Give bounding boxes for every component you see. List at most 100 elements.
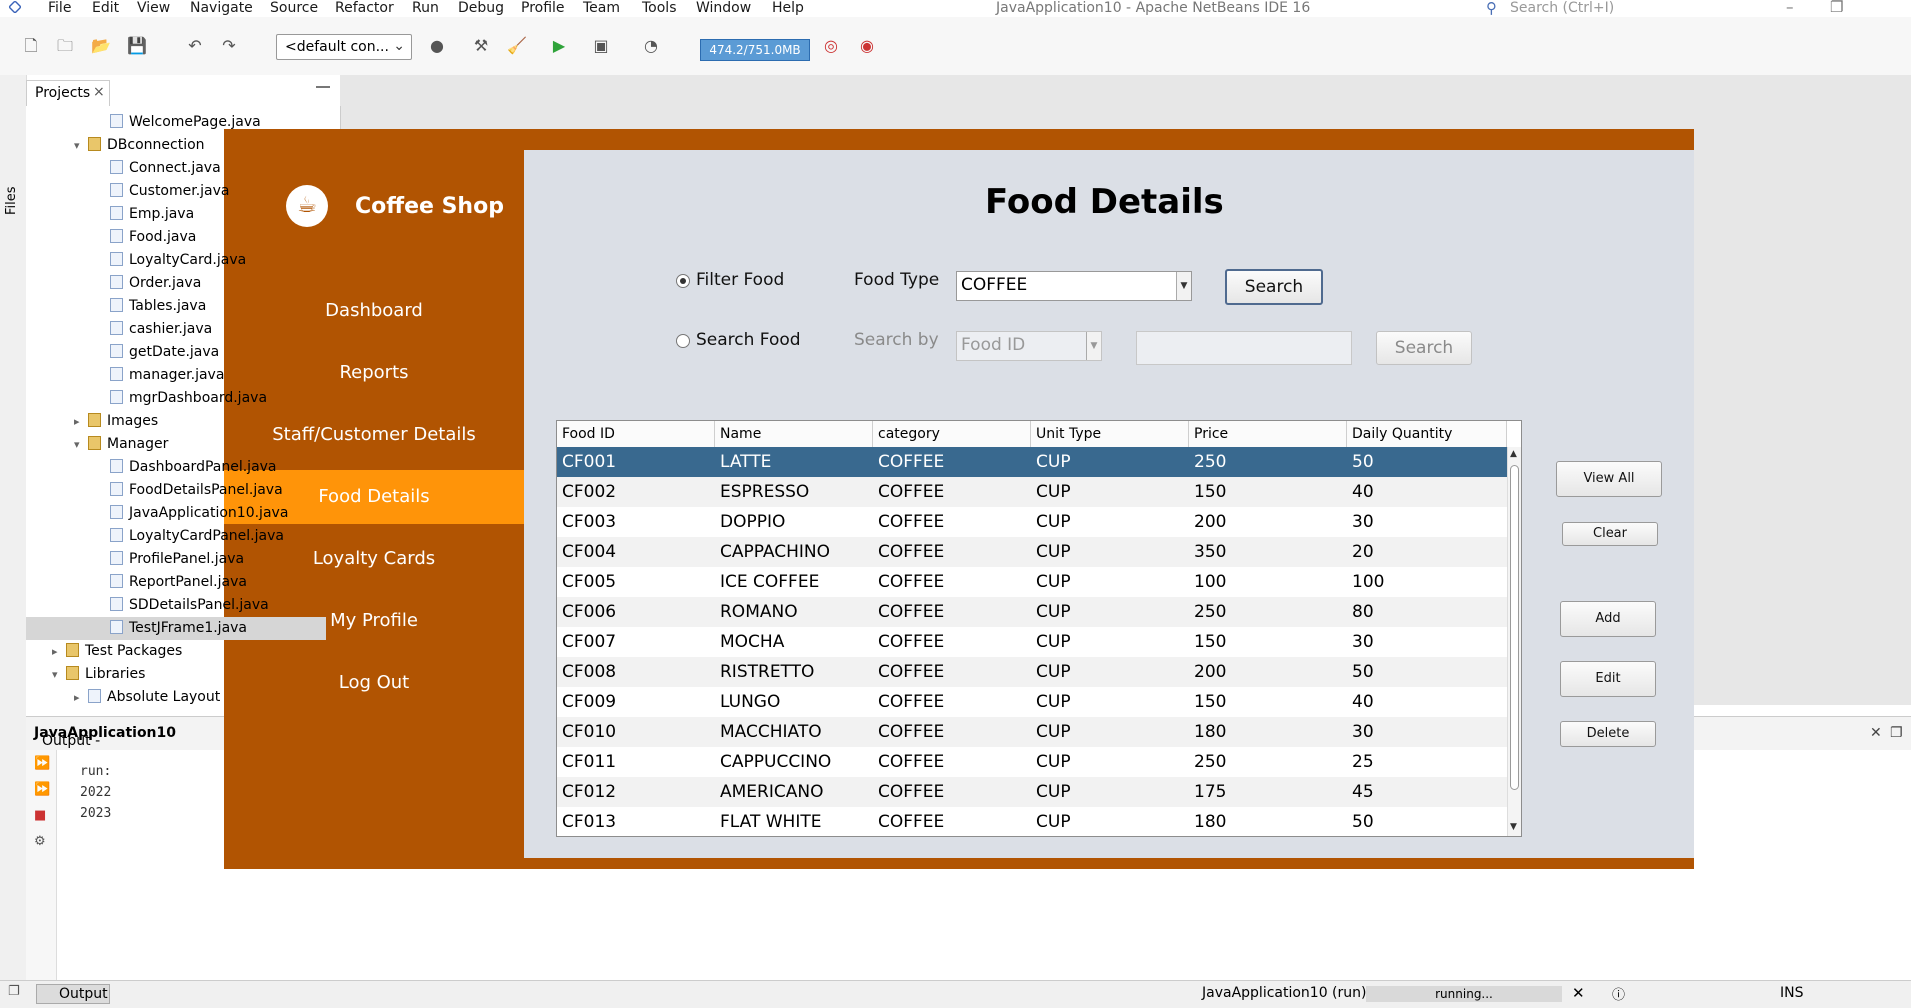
table-row[interactable]: CF002 ESPRESSO COFFEE CUP 150 40 [557,477,1507,507]
tree-item[interactable]: DashboardPanel.java [26,456,326,479]
profile-icon[interactable]: ◔ [640,36,662,56]
maximize-icon[interactable]: ❐ [1890,725,1903,741]
expanded-arrow-icon[interactable]: ▾ [74,433,88,456]
tree-item[interactable]: Order.java [26,272,326,295]
minimize-icon[interactable]: – [1786,0,1794,16]
save-all-icon[interactable]: 💾 [126,36,148,56]
menu-refactor[interactable]: Refactor [335,0,394,17]
profiler-snapshot-icon[interactable]: ◉ [856,36,878,56]
table-row[interactable]: CF003 DOPPIO COFFEE CUP 200 30 [557,507,1507,537]
tree-item[interactable]: getDate.java [26,341,326,364]
collapsed-arrow-icon[interactable]: ▸ [52,640,66,663]
tree-item[interactable]: FoodDetailsPanel.java [26,479,326,502]
new-file-icon[interactable]: 🗋 [20,36,42,56]
search-button[interactable]: Search [1225,269,1323,305]
tree-item[interactable]: ▸ Test Packages [26,640,326,663]
edit-button[interactable]: Edit [1560,661,1656,697]
tree-item[interactable]: Tables.java [26,295,326,318]
tree-item[interactable]: WelcomePage.java [26,111,326,134]
table-row[interactable]: CF005 ICE COFFEE COFFEE CUP 100 100 [557,567,1507,597]
tree-item[interactable]: TestJFrame1.java [26,617,326,640]
search-by-select[interactable]: Food ID ▼ [956,331,1102,361]
tree-item[interactable]: LoyaltyCardPanel.java [26,525,326,548]
collapsed-arrow-icon[interactable]: ▸ [74,410,88,433]
expanded-arrow-icon[interactable]: ▾ [52,663,66,686]
rerun-with-params-icon[interactable]: ⏩ [34,782,50,797]
ide-search-input[interactable]: ⚲ Search (Ctrl+I) [1482,0,1752,18]
configuration-select[interactable]: <default con... ⌄ [276,34,412,60]
tree-item[interactable]: Connect.java [26,157,326,180]
tree-item[interactable]: LoyaltyCard.java [26,249,326,272]
tree-item[interactable]: JavaApplication10.java [26,502,326,525]
menu-profile[interactable]: Profile [521,0,565,17]
table-row[interactable]: CF001 LATTE COFFEE CUP 250 50 [557,447,1507,477]
tree-item[interactable]: Food.java [26,226,326,249]
table-row[interactable]: CF013 FLAT WHITE COFFEE CUP 180 50 [557,807,1507,836]
debug-icon[interactable]: ▣ [590,36,612,56]
filter-food-radio[interactable] [676,274,690,288]
tree-item[interactable]: ▾ Libraries [26,663,326,686]
table-scrollbar[interactable]: ▲ ▼ [1507,447,1521,836]
table-row[interactable]: CF006 ROMANO COFFEE CUP 250 80 [557,597,1507,627]
scroll-up-icon[interactable]: ▲ [1510,449,1517,459]
status-output-tab[interactable]: Output [36,984,110,1004]
run-icon[interactable]: ▶ [548,36,570,56]
clear-button[interactable]: Clear [1562,522,1658,546]
menu-window[interactable]: Window [696,0,751,17]
close-icon[interactable]: × [93,84,105,100]
tree-item[interactable]: ▾ DBconnection [26,134,326,157]
column-header[interactable]: category [873,421,1031,447]
restore-icon[interactable]: ❐ [1830,0,1843,16]
tree-item[interactable]: cashier.java [26,318,326,341]
menu-team[interactable]: Team [583,0,620,17]
tree-item[interactable]: manager.java [26,364,326,387]
add-button[interactable]: Add [1560,601,1656,637]
view-all-button[interactable]: View All [1556,461,1662,497]
tree-item[interactable]: mgrDashboard.java [26,387,326,410]
gc-icon[interactable]: ◎ [820,36,842,56]
notifications-icon[interactable]: ⓘ [1612,984,1625,1003]
globe-icon[interactable]: ● [426,36,448,56]
open-project-icon[interactable]: 📂 [90,36,112,56]
menu-view[interactable]: View [137,0,170,17]
column-header[interactable]: Daily Quantity [1347,421,1507,447]
menu-file[interactable]: File [48,0,71,17]
menu-tools[interactable]: Tools [642,0,677,17]
menu-run[interactable]: Run [412,0,439,17]
column-header[interactable]: Price [1189,421,1347,447]
tree-item[interactable]: ▸ Absolute Layout [26,686,326,709]
tree-item[interactable]: SDDetailsPanel.java [26,594,326,617]
cancel-process-icon[interactable]: ✕ [1572,984,1585,1002]
tree-item[interactable]: Customer.java [26,180,326,203]
redo-icon[interactable]: ↷ [218,36,240,56]
table-row[interactable]: CF007 MOCHA COFFEE CUP 150 30 [557,627,1507,657]
table-row[interactable]: CF004 CAPPACHINO COFFEE CUP 350 20 [557,537,1507,567]
search-value-input[interactable] [1136,331,1352,365]
clean-build-icon[interactable]: 🧹 [506,36,528,56]
search-food-button[interactable]: Search [1376,331,1472,365]
undo-icon[interactable]: ↶ [184,36,206,56]
column-header[interactable]: Food ID [557,421,715,447]
menu-debug[interactable]: Debug [458,0,504,17]
food-type-select[interactable]: COFFEE ▼ [956,271,1192,301]
column-header[interactable]: Name [715,421,873,447]
restore-window-icon[interactable]: ❐ [8,984,20,999]
delete-button[interactable]: Delete [1560,721,1656,747]
rerun-icon[interactable]: ⏩ [34,756,50,771]
menu-edit[interactable]: Edit [92,0,119,17]
table-row[interactable]: CF009 LUNGO COFFEE CUP 150 40 [557,687,1507,717]
close-icon[interactable]: ✕ [1870,725,1882,741]
column-header[interactable]: Unit Type [1031,421,1189,447]
build-hammer-icon[interactable]: ⚒ [470,36,492,56]
expanded-arrow-icon[interactable]: ▾ [74,134,88,157]
tree-item[interactable]: ReportPanel.java [26,571,326,594]
table-row[interactable]: CF011 CAPPUCCINO COFFEE CUP 250 25 [557,747,1507,777]
menu-help[interactable]: Help [772,0,804,17]
table-row[interactable]: CF012 AMERICANO COFFEE CUP 175 45 [557,777,1507,807]
minimize-panel-icon[interactable] [316,86,330,88]
tree-item[interactable]: ▾ Manager [26,433,326,456]
search-food-radio[interactable] [676,334,690,348]
files-tab[interactable]: Files [4,186,19,215]
settings-icon[interactable]: ⚙ [34,834,46,849]
table-row[interactable]: CF010 MACCHIATO COFFEE CUP 180 30 [557,717,1507,747]
